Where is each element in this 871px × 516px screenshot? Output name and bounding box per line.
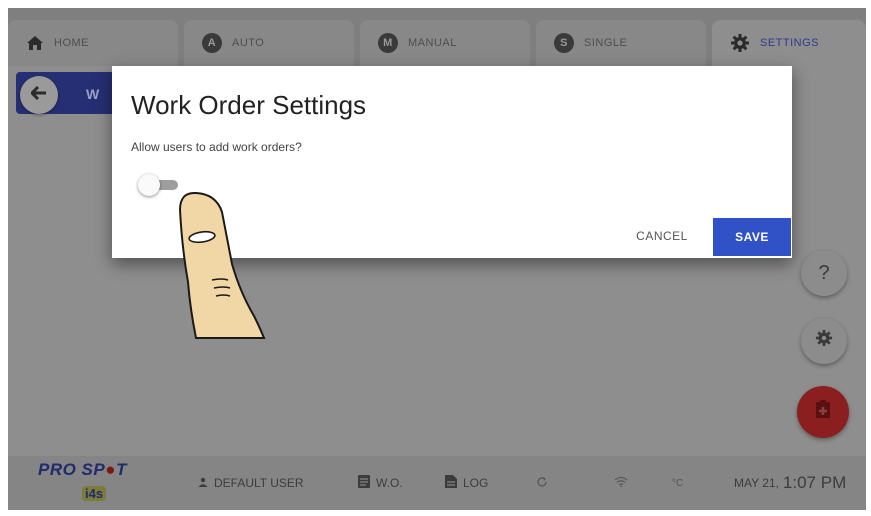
clipboard-plus-icon [815, 399, 831, 425]
help-button[interactable]: ? [801, 250, 847, 296]
brand-subtext: i4s [82, 486, 107, 501]
brand-text: PRO SP [38, 460, 106, 479]
temperature-unit-label: °C [672, 477, 684, 489]
brand-text-end: T [116, 460, 127, 479]
gear-icon [730, 33, 750, 53]
tab-settings-label: SETTINGS [760, 37, 820, 49]
refresh-icon [536, 476, 548, 491]
document-icon [358, 475, 370, 491]
work-order-button[interactable]: W.O. [358, 456, 403, 510]
auto-badge-icon: A [202, 33, 222, 53]
user-icon [198, 476, 208, 490]
tab-auto-label: AUTO [232, 37, 265, 49]
tab-settings[interactable]: SETTINGS [712, 20, 866, 66]
arrow-left-icon [29, 85, 47, 105]
home-icon [26, 35, 44, 51]
tap-finger-icon [178, 191, 266, 339]
brand-dot: ● [105, 460, 117, 479]
date-label: MAY 21, [734, 476, 779, 490]
allow-add-work-orders-label: Allow users to add work orders? [131, 140, 302, 154]
add-work-order-button[interactable] [797, 386, 849, 438]
user-label: DEFAULT USER [214, 476, 304, 490]
tab-bar: HOME A AUTO M MANUAL S SINGLE SETTINGS [8, 8, 866, 66]
log-label: LOG [463, 476, 489, 490]
save-button[interactable]: SAVE [713, 218, 791, 256]
tab-home[interactable]: HOME [8, 20, 178, 66]
time-label: 1:07 PM [782, 473, 847, 492]
device-screen: HOME A AUTO M MANUAL S SINGLE SETTINGS W… [8, 8, 866, 510]
tab-manual-label: MANUAL [408, 37, 457, 49]
gear-icon [815, 329, 833, 353]
work-order-label: W.O. [376, 476, 403, 490]
datetime-display: MAY 21, 1:07 PM [734, 456, 846, 510]
tab-auto[interactable]: A AUTO [184, 20, 354, 66]
tab-single[interactable]: S SINGLE [536, 20, 706, 66]
dialog-title: Work Order Settings [131, 90, 367, 120]
wifi-status[interactable] [614, 456, 628, 510]
log-icon [445, 475, 457, 491]
brand-logo: PRO SP●T i4s [38, 460, 168, 508]
temperature-unit[interactable]: °C [672, 456, 683, 510]
manual-badge-icon: M [378, 33, 398, 53]
toggle-thumb [138, 174, 160, 196]
page-title: W [86, 86, 100, 102]
tab-home-label: HOME [54, 37, 89, 49]
bottom-status-bar: PRO SP●T i4s DEFAULT USER W.O. LOG °C MA… [8, 456, 866, 510]
cancel-button[interactable]: CANCEL [622, 218, 702, 254]
tab-manual[interactable]: M MANUAL [360, 20, 530, 66]
log-button[interactable]: LOG [445, 456, 488, 510]
user-indicator[interactable]: DEFAULT USER [198, 456, 304, 510]
question-mark-icon: ? [818, 261, 830, 284]
wifi-icon [614, 476, 628, 490]
refresh-button[interactable] [536, 456, 548, 510]
back-button[interactable] [20, 76, 58, 114]
single-badge-icon: S [554, 33, 574, 53]
settings-fab-button[interactable] [801, 318, 847, 364]
tab-single-label: SINGLE [584, 37, 628, 49]
